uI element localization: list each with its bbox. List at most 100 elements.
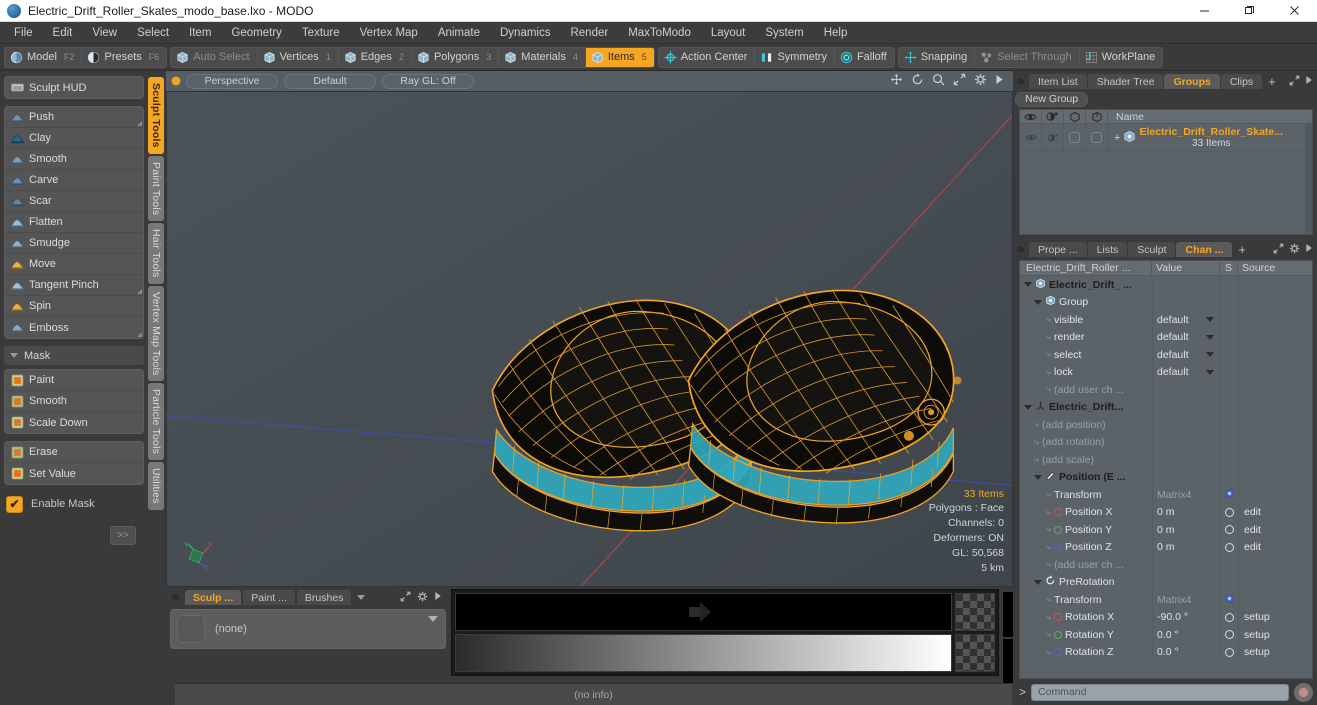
channel-value-cell[interactable] [1152, 416, 1220, 434]
group-item[interactable]: + Electric_Drift_Roller_Skate... 33 Item… [1108, 124, 1312, 151]
channel-value-cell[interactable]: default [1152, 311, 1220, 329]
channel-row[interactable]: ⤷ render default [1020, 328, 1312, 347]
gear-icon[interactable] [974, 73, 987, 89]
mask-tool-paint[interactable]: Paint [5, 370, 143, 391]
channel-state-ring-icon[interactable] [1225, 612, 1234, 622]
channel-row[interactable]: ⤷ Rotation Y 0.0 ° setup [1020, 626, 1312, 644]
add-tab-icon[interactable]: + [1233, 242, 1251, 257]
fit-icon[interactable] [1273, 243, 1284, 257]
record-icon[interactable] [1294, 682, 1313, 702]
toolbar-button-select-through[interactable]: Select Through [975, 47, 1080, 67]
toolbar-button-presets[interactable]: Presets F6 [82, 48, 166, 67]
chevron-down-icon[interactable] [1206, 334, 1214, 340]
chevron-down-icon[interactable] [428, 616, 438, 622]
row-visibility-toggle[interactable] [1020, 124, 1042, 151]
grayscale-ramp-swatch[interactable] [455, 634, 952, 672]
channel-row[interactable]: ⤷ visible default [1020, 311, 1312, 329]
tab-item-list[interactable]: Item List [1029, 74, 1087, 89]
mask-tool-erase[interactable]: Erase [5, 442, 143, 463]
channel-source-cell[interactable] [1238, 381, 1312, 399]
channel-row[interactable]: Group [1020, 293, 1312, 312]
channel-value-cell[interactable]: default [1152, 328, 1220, 346]
row-lock-toggle[interactable] [1086, 124, 1108, 151]
channel-state-cell[interactable] [1220, 346, 1238, 364]
channel-value-cell[interactable]: 0 m [1152, 538, 1220, 556]
menu-item-select[interactable]: Select [127, 22, 179, 44]
move-icon[interactable] [890, 73, 903, 89]
channel-state-cell[interactable] [1220, 556, 1238, 574]
tab-channels[interactable]: Chan ... [1176, 242, 1233, 257]
channel-name-cell[interactable]: Group [1020, 294, 1152, 312]
chevron-down-icon[interactable] [1034, 579, 1042, 585]
tool-tab-vertex-map-tools[interactable]: Vertex Map Tools [148, 285, 164, 382]
sculpt-brush-spin[interactable]: Spin [5, 296, 143, 317]
channel-value-cell[interactable] [1152, 468, 1220, 486]
channel-state-cell[interactable] [1220, 381, 1238, 399]
enable-mask-row[interactable]: ✔ Enable Mask [4, 492, 144, 516]
ink-alpha-swatch[interactable] [955, 593, 995, 631]
toolbar-button-edges[interactable]: Edges 2 [339, 47, 412, 67]
channel-name-cell[interactable]: ⤷ (add scale) [1020, 451, 1152, 469]
channel-row[interactable]: ⤷ Transform Matrix4 [1020, 591, 1312, 609]
row-select-toggle[interactable] [1064, 124, 1086, 151]
brush-selector[interactable]: (none) [170, 609, 446, 649]
channel-row[interactable]: ⤷ select default [1020, 346, 1312, 364]
tab-lists[interactable]: Lists [1087, 242, 1128, 257]
shading-mode-dropdown[interactable]: Default [284, 73, 376, 89]
channel-source-cell[interactable] [1238, 556, 1312, 574]
channel-name-cell[interactable]: ⤷ render [1020, 329, 1152, 347]
toolbar-button-falloff[interactable]: Falloff [835, 48, 894, 67]
toolbar-button-vertices[interactable]: Vertices 1 [258, 47, 339, 67]
channel-name-cell[interactable]: ⤷ Transform [1020, 591, 1152, 609]
menu-item-edit[interactable]: Edit [43, 22, 83, 44]
channel-row[interactable]: ⤷ Rotation Z 0.0 ° setup [1020, 643, 1312, 662]
channel-value-cell[interactable] [1152, 398, 1220, 416]
expand-panel-button[interactable]: >> [110, 526, 136, 545]
sculpt-brush-smudge[interactable]: Smudge [5, 233, 143, 254]
channel-name-cell[interactable]: ⤷ (add user ch ... [1020, 556, 1152, 574]
tab-sculpt-panel[interactable]: Sculpt [1128, 242, 1176, 257]
menu-item-texture[interactable]: Texture [292, 22, 350, 44]
more-options-corner-icon[interactable] [137, 121, 142, 126]
channel-state-cell[interactable] [1220, 276, 1238, 294]
channel-value-cell[interactable] [1152, 293, 1220, 311]
channel-state-cell[interactable] [1220, 608, 1238, 626]
channel-row[interactable]: Electric_Drift... [1020, 398, 1312, 416]
channel-name-cell[interactable]: Electric_Drift_ ... [1020, 276, 1152, 294]
chevron-down-icon[interactable] [1024, 282, 1032, 288]
sculpt-brush-emboss[interactable]: Emboss [5, 317, 143, 338]
channel-row[interactable]: ⤷ Position Y 0 m edit [1020, 521, 1312, 539]
menu-item-view[interactable]: View [82, 22, 127, 44]
panel-menu-dot[interactable] [1017, 246, 1024, 253]
new-group-button[interactable]: New Group [1015, 91, 1089, 107]
chevron-down-icon[interactable] [1024, 404, 1032, 410]
channel-state-cell[interactable] [1220, 398, 1238, 416]
menu-item-help[interactable]: Help [814, 22, 858, 44]
channel-name-cell[interactable]: ⤷ Position Y [1020, 521, 1152, 539]
gear-icon[interactable] [417, 591, 428, 605]
channel-value-cell[interactable]: default [1152, 346, 1220, 364]
channel-name-cell[interactable]: ⤷ (add position) [1020, 416, 1152, 434]
channel-name-cell[interactable]: ⤷ Transform [1020, 486, 1152, 504]
channel-state-cell[interactable] [1220, 573, 1238, 591]
channel-state-cell[interactable] [1220, 468, 1238, 486]
channel-value-cell[interactable] [1152, 276, 1220, 294]
menu-item-layout[interactable]: Layout [701, 22, 756, 44]
menu-item-item[interactable]: Item [179, 22, 221, 44]
more-options-corner-icon[interactable] [137, 332, 142, 337]
toolbar-button-action-center[interactable]: Action Center [659, 47, 756, 67]
tool-tab-sculpt-tools[interactable]: Sculpt Tools [148, 77, 164, 154]
channel-value-cell[interactable]: -90.0 ° [1152, 608, 1220, 626]
channel-source-cell[interactable] [1238, 293, 1312, 311]
tab-paint[interactable]: Paint ... [243, 590, 295, 605]
channel-state-gear-icon[interactable] [1224, 593, 1235, 607]
channel-state-cell[interactable] [1220, 626, 1238, 644]
channel-source-cell[interactable] [1238, 311, 1312, 329]
channel-source-cell[interactable]: edit [1238, 503, 1312, 521]
tool-tab-utilities[interactable]: Utilities [148, 462, 164, 510]
channel-source-cell[interactable] [1238, 486, 1312, 504]
group-list-scrollbar[interactable] [1305, 124, 1312, 234]
tab-groups[interactable]: Groups [1164, 74, 1220, 89]
channel-name-cell[interactable]: ⤷ Rotation Z [1020, 644, 1152, 662]
channel-state-cell[interactable] [1220, 486, 1238, 504]
